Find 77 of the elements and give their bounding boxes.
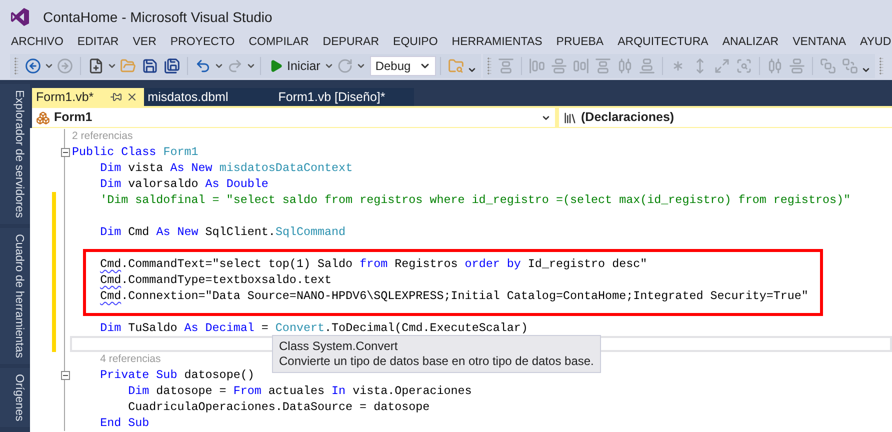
caret-icon[interactable] — [324, 61, 334, 71]
side-panel-tab[interactable]: Explorador de servidores — [0, 84, 30, 224]
code-line: Cmd.CommandText="select top(1) Saldo from Registros order by Id_registro desc" — [99, 256, 648, 272]
overflow-icon[interactable] — [467, 65, 478, 75]
menu-item[interactable]: COMPILAR — [242, 34, 316, 52]
menu-item[interactable]: VENTANA — [786, 34, 854, 52]
code-line: CuadriculaOperaciones.DataSource = datosope — [127, 399, 430, 415]
align-left-icon[interactable] — [529, 58, 546, 74]
window-title: ContaHome - Microsoft Visual Studio — [43, 8, 272, 26]
tooltip-description: Convierte un tipo de datos base en otro tipo de datos base. — [279, 354, 594, 369]
align-top-icon[interactable] — [595, 58, 612, 74]
tooltip-title: Class System.Convert — [279, 339, 399, 354]
code-line: Dim datosope = From actuales In vista.Operaciones — [127, 383, 472, 399]
align-icon[interactable] — [498, 58, 514, 74]
menu-item[interactable]: AYUD — [853, 34, 892, 52]
save-icon[interactable] — [142, 58, 158, 74]
caret-icon[interactable] — [44, 61, 54, 71]
menu-item[interactable]: ARCHIVO — [4, 34, 70, 52]
menu-item[interactable]: HERRAMIENTAS — [444, 34, 550, 52]
editor-tab[interactable]: Form1.vb [Diseño]* — [274, 88, 432, 106]
code-line: 'Dim saldofinal = "select saldo from registros where id_registro =(select max(id_registro) from registros)" — [99, 192, 851, 208]
toolbar-grip[interactable] — [487, 57, 492, 75]
code-line: Cmd.Connextion="Data Source=NANO-HPDV6\SQLEXPRESS;Initial Catalog=ContaHome;Integrated Security=True" — [99, 288, 808, 304]
menu-item[interactable]: EQUIPO — [386, 34, 445, 52]
code-line: Dim vista As New misdatosDataContext — [99, 160, 353, 176]
editor-tab[interactable]: misdatos.dbml — [144, 88, 274, 106]
align-bottom-icon[interactable] — [639, 58, 656, 74]
member-name: (Declaraciones) — [581, 109, 674, 126]
code-line: Dim TuSaldo As Decimal = Convert.ToDecimal(Cmd.ExecuteScalar) — [99, 320, 528, 336]
close-icon[interactable] — [126, 91, 138, 103]
type-dropdown[interactable]: Form1 — [32, 108, 555, 127]
menu-item[interactable]: EDITAR — [70, 34, 126, 52]
members-icon — [563, 110, 577, 124]
caret-icon[interactable] — [214, 61, 224, 71]
play-icon — [269, 59, 283, 73]
align-center-icon[interactable] — [551, 58, 568, 74]
editor-tab[interactable]: Form1.vb* — [32, 88, 144, 106]
toolbar-grip[interactable] — [879, 57, 884, 75]
side-panel-tab[interactable]: Cuadro de herramientas — [0, 228, 30, 364]
type-name: Form1 — [54, 109, 92, 126]
code-line: Dim Cmd As New SqlClient.SqlCommand — [99, 224, 346, 240]
overflow-icon[interactable] — [861, 65, 872, 75]
bring-to-front-icon[interactable] — [820, 58, 836, 74]
configuration-dropdown[interactable]: Debug — [370, 56, 436, 76]
new-file-icon[interactable] — [88, 58, 104, 74]
code-line: Private Sub datosope() — [99, 367, 254, 383]
visual-studio-logo — [10, 7, 30, 27]
toolbar-grip[interactable] — [14, 57, 18, 75]
align-right-icon[interactable] — [573, 58, 590, 74]
code-line: End Sub — [99, 415, 150, 431]
collapse-toggle[interactable] — [60, 370, 70, 380]
save-all-icon[interactable] — [164, 58, 180, 74]
align-middle-icon[interactable] — [617, 58, 634, 74]
menu-item[interactable]: ANALIZAR — [715, 34, 786, 52]
menu-item[interactable]: VER — [126, 34, 164, 52]
member-dropdown[interactable]: (Declaraciones) — [559, 108, 892, 127]
menu-item[interactable]: PRUEBA — [549, 34, 611, 52]
code-line: Dim valorsaldo As Double — [99, 176, 268, 192]
menu-item[interactable]: PROYECTO — [163, 34, 242, 52]
code-editor[interactable] — [30, 128, 892, 432]
pin-icon[interactable] — [110, 91, 122, 103]
expand-icon[interactable] — [714, 58, 730, 74]
collapse-toggle[interactable] — [60, 148, 70, 156]
code-line: Cmd.CommandType=textboxsaldo.text — [99, 272, 332, 288]
caret-icon[interactable] — [356, 61, 366, 71]
back-icon[interactable] — [25, 58, 41, 74]
spacing-icon[interactable] — [767, 58, 784, 74]
vertical-spacing-icon[interactable] — [789, 58, 806, 74]
class-icon — [36, 110, 50, 124]
code-line: Public Class Form1 — [72, 144, 198, 160]
menu-item[interactable]: DEPURAR — [316, 34, 386, 52]
caret-icon[interactable] — [246, 61, 256, 71]
caret-icon[interactable] — [107, 61, 117, 71]
menu-item[interactable]: ARQUITECTURA — [610, 34, 716, 52]
start-button[interactable]: Iniciar — [265, 56, 324, 76]
side-panel-tab[interactable]: Orígenes — [0, 368, 30, 428]
undo-icon[interactable] — [195, 58, 211, 74]
